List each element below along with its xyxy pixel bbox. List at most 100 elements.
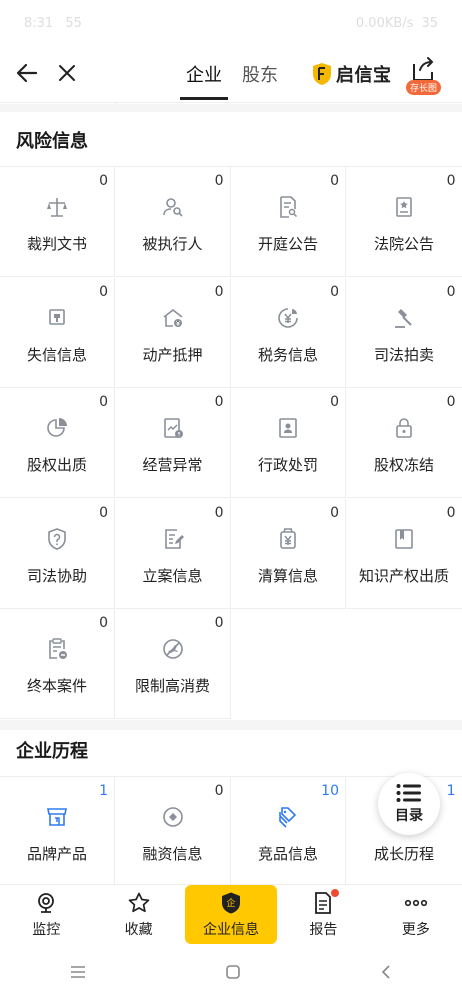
section-separator — [0, 720, 462, 730]
grid-item[interactable]: 0 经营异常 — [115, 388, 231, 498]
grid-item[interactable]: 0 股权冻结 — [346, 388, 462, 498]
risk-section-title: 风险信息 — [16, 131, 88, 152]
toc-button[interactable]: 目录 — [378, 773, 440, 835]
item-count: 0 — [446, 504, 456, 521]
more-dots-icon — [404, 899, 427, 906]
star-icon — [128, 892, 149, 912]
grid-item[interactable]: 0 终本案件 — [0, 609, 115, 719]
item-label: 被执行人 — [142, 235, 203, 253]
item-count: 0 — [214, 615, 224, 631]
system-nav-bar — [0, 944, 462, 1000]
tab-shareholders[interactable]: 股东 — [236, 46, 284, 102]
status-battery: 35 — [421, 15, 438, 31]
status-left: 8:31 55 — [24, 16, 82, 31]
company-shield-icon: 企 — [222, 892, 241, 913]
grid-item[interactable]: 0 限制高消费 — [115, 609, 231, 719]
item-label: 税务信息 — [257, 345, 318, 364]
menu-icon[interactable] — [70, 965, 86, 979]
status-bar: 8:31 55 0.00KB/s 35 — [0, 0, 462, 46]
item-count: 0 — [214, 783, 224, 799]
home-icon[interactable] — [225, 964, 241, 980]
history-section-title: 企业历程 — [16, 741, 88, 762]
grid-item[interactable]: 0 法院公告 — [346, 167, 462, 277]
document-search-icon — [280, 196, 298, 218]
lock-icon — [395, 418, 412, 438]
grid-item[interactable]: 0 税务信息 — [231, 277, 346, 388]
nav-report[interactable]: 报告 — [277, 885, 369, 944]
item-label: 司法协助 — [26, 566, 87, 585]
close-button[interactable] — [52, 58, 82, 88]
status-time: 8:31 — [24, 15, 54, 31]
book-icon — [394, 528, 413, 549]
chart-warning-icon — [163, 418, 183, 438]
item-label: 股权冻结 — [373, 456, 434, 474]
nav-company-info[interactable]: 企 企业信息 — [185, 885, 278, 944]
court-notice-icon — [395, 197, 412, 217]
nav-label: 监控 — [32, 921, 61, 938]
pie-chart-icon — [47, 418, 67, 437]
grid-item[interactable]: 1 品牌产品 — [0, 777, 115, 887]
notification-dot — [331, 889, 340, 897]
save-long-image-button[interactable]: 存长图 — [404, 56, 444, 96]
item-label: 竞品信息 — [257, 845, 318, 863]
item-count: 0 — [99, 283, 108, 300]
back-icon[interactable] — [380, 964, 392, 980]
bottom-nav: 监控 收藏 企 企业信息 报告 更多 — [0, 884, 462, 944]
brand-name: 启信宝 — [336, 65, 392, 86]
grid-item[interactable]: 0 裁判文书 — [0, 167, 115, 277]
item-count: 0 — [330, 504, 339, 521]
grid-item[interactable]: 0 融资信息 — [115, 777, 231, 887]
grid-item[interactable]: 0 股权出质 — [0, 388, 115, 498]
grid-item[interactable]: 0 知识产权出质 — [346, 498, 462, 609]
tab-company[interactable]: 企业 — [180, 46, 228, 102]
tax-yen-icon — [278, 307, 298, 328]
brand-shield-icon — [313, 63, 331, 85]
list-icon — [396, 784, 421, 802]
item-count: 0 — [446, 394, 456, 410]
share-badge: 存长图 — [406, 80, 442, 95]
item-label: 经营异常 — [142, 456, 203, 474]
item-count: 0 — [446, 283, 456, 300]
grid-item[interactable]: 0 行政处罚 — [231, 388, 346, 498]
gavel-icon — [394, 308, 412, 328]
grid-item[interactable]: 0 立案信息 — [115, 498, 231, 609]
item-count: 1 — [99, 783, 108, 799]
item-count: 0 — [214, 394, 224, 410]
status-right: 0.00KB/s 35 — [356, 16, 438, 31]
toc-label: 目录 — [395, 808, 423, 824]
item-label: 终本案件 — [26, 677, 87, 695]
item-label: 知识产权出质 — [358, 566, 449, 585]
grid-item[interactable]: 0 动产抵押 — [115, 277, 231, 388]
back-button[interactable] — [12, 58, 42, 88]
close-icon — [59, 65, 75, 81]
nav-label: 企业信息 — [203, 921, 260, 938]
section-separator — [0, 104, 462, 112]
item-label: 法院公告 — [373, 235, 434, 253]
top-header: 企业 股东 启信宝 存长图 — [0, 46, 462, 102]
nav-favorites[interactable]: 收藏 — [92, 885, 184, 944]
item-count: 0 — [99, 394, 108, 410]
item-count: 1 — [446, 783, 456, 799]
item-count: 0 — [330, 173, 339, 189]
grid-item[interactable]: 0 司法拍卖 — [346, 277, 462, 388]
shield-question-icon — [48, 527, 66, 550]
grid-item[interactable]: 0 清算信息 — [231, 498, 346, 609]
scales-icon — [47, 198, 67, 217]
nav-monitor[interactable]: 监控 — [0, 885, 92, 944]
item-count: 0 — [214, 173, 224, 189]
risk-grid: 0 裁判文书 0 被执行人 0 开庭公告 0 法院公告 0 失信信息 0 动产抵押 0 税务信息 0 司法拍卖… — [0, 166, 462, 720]
grid-item[interactable]: 0 司法协助 — [0, 498, 115, 609]
grid-item[interactable]: 0 被执行人 — [115, 167, 231, 277]
camera-icon — [38, 892, 55, 913]
grid-item[interactable]: 10 竞品信息 — [231, 777, 346, 887]
grid-item[interactable]: 0 失信信息 — [0, 277, 115, 388]
grid-item[interactable]: 0 开庭公告 — [231, 167, 346, 277]
item-count: 0 — [99, 173, 108, 189]
thumbs-down-icon — [49, 308, 65, 325]
back-arrow-icon — [16, 63, 38, 83]
nav-more[interactable]: 更多 — [370, 885, 462, 944]
item-label: 失信信息 — [26, 345, 87, 364]
item-count: 0 — [214, 283, 224, 300]
svg-text:企: 企 — [227, 897, 236, 909]
item-label: 限制高消费 — [134, 677, 210, 695]
